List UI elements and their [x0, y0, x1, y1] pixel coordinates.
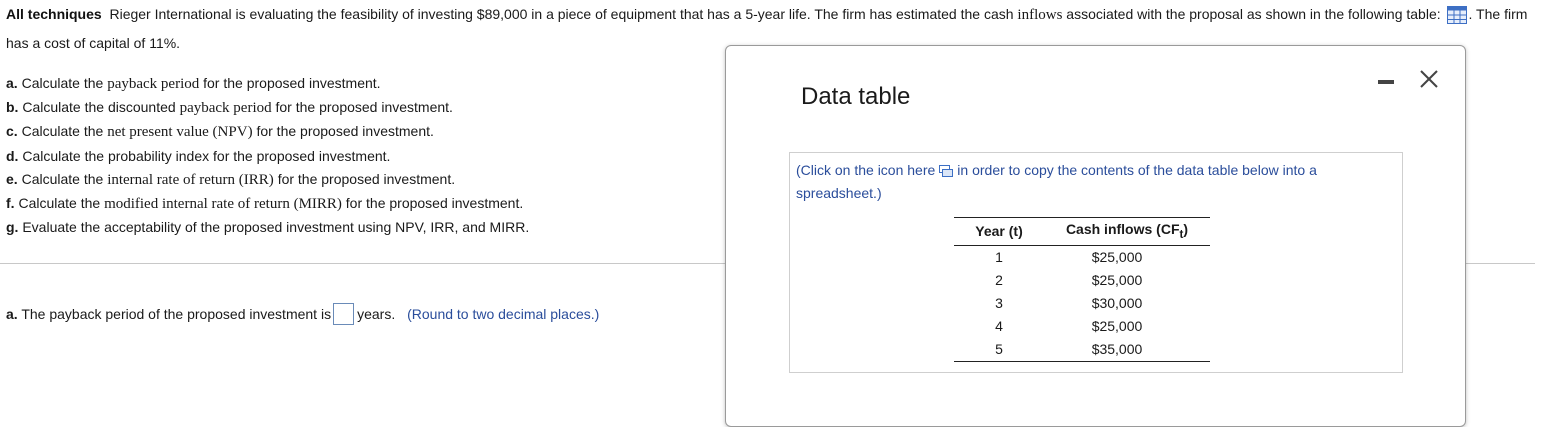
data-table-panel: (Click on the icon here in order to copy…	[789, 152, 1403, 373]
question-text: Evaluate the acceptability of the propos…	[22, 219, 530, 236]
answer-unit: years.	[357, 306, 396, 322]
grid-table-icon[interactable]	[1446, 6, 1467, 31]
cash-cell: $25,000	[1091, 248, 1143, 265]
problem-heading: All techniques	[6, 6, 102, 22]
intro-term-inflows[interactable]: inflows	[1017, 7, 1062, 23]
question-text: Calculate the	[21, 75, 104, 91]
question-item: f. Calculate the modified internal rate …	[6, 192, 529, 216]
table-row: 1 $25,000	[954, 245, 1210, 269]
rounding-hint: (Round to two decimal places.)	[407, 306, 600, 322]
question-letter: g.	[6, 219, 19, 236]
cash-cell: $35,000	[1044, 337, 1210, 362]
question-letter: c.	[6, 123, 18, 140]
dialog-title: Data table	[801, 83, 911, 110]
year-cell: 3	[995, 294, 1003, 311]
minimize-icon[interactable]	[1378, 80, 1394, 84]
data-table-dialog: Data table (Click on the icon here in or…	[725, 45, 1466, 427]
question-text: for the proposed investment.	[275, 99, 453, 116]
copy-instructions: (Click on the icon here in order to copy…	[796, 160, 1396, 204]
intro-text-2: associated with the proposal as shown in…	[1066, 6, 1441, 22]
question-item: b. Calculate the discounted payback peri…	[6, 96, 529, 120]
table-header-row: Year (t) Cash inflows (CFt)	[954, 217, 1210, 246]
table-row: 3 $30,000	[954, 292, 1210, 315]
question-letter: d.	[6, 147, 19, 164]
copy-note-text: (Click on the icon here	[796, 162, 936, 178]
question-letter: a.	[6, 75, 18, 91]
question-item: c. Calculate the net present value (NPV)…	[6, 120, 529, 144]
question-item: e. Calculate the internal rate of return…	[6, 168, 529, 192]
question-letter: e.	[6, 170, 18, 187]
intro-text-1: Rieger International is evaluating the f…	[109, 6, 1014, 22]
table-row: 2 $25,000	[954, 269, 1210, 292]
cash-cell: $25,000	[1091, 271, 1143, 288]
cash-inflows-table: Year (t) Cash inflows (CFt) 1 $25,000 2 …	[954, 217, 1210, 362]
payback-period-input[interactable]	[333, 303, 355, 325]
question-term[interactable]: modified internal rate of return (MIRR)	[104, 196, 342, 212]
question-text: Calculate the discounted	[22, 99, 176, 116]
question-text: Calculate the probability index for the …	[22, 147, 391, 164]
year-cell: 2	[995, 271, 1003, 288]
question-letter: f.	[6, 195, 15, 212]
answer-letter: a.	[6, 306, 18, 322]
question-item: g. Evaluate the acceptability of the pro…	[6, 216, 529, 239]
close-icon[interactable]	[1418, 68, 1440, 90]
question-text: for the proposed investment.	[203, 75, 381, 91]
column-header-cash: Cash inflows (CFt)	[1044, 217, 1210, 246]
question-item: d. Calculate the probability index for t…	[6, 145, 529, 168]
table-row: 5 $35,000	[954, 337, 1210, 362]
copy-icon[interactable]	[939, 162, 954, 183]
question-item: a. Calculate the payback period for the …	[6, 72, 529, 96]
question-text: Calculate the	[21, 123, 104, 140]
year-cell: 1	[995, 248, 1003, 265]
question-text: Calculate the	[21, 170, 104, 187]
answer-row: a. The payback period of the proposed in…	[6, 303, 599, 325]
question-text: for the proposed investment.	[345, 195, 524, 212]
year-cell: 4	[995, 317, 1003, 334]
question-term[interactable]: payback period	[180, 100, 272, 116]
question-letter: b.	[6, 99, 19, 116]
question-text: for the proposed investment.	[277, 170, 456, 187]
answer-prompt: The payback period of the proposed inves…	[21, 306, 332, 322]
question-text: for the proposed investment.	[256, 123, 434, 140]
column-header-year: Year (t)	[954, 217, 1044, 246]
cash-cell: $25,000	[1091, 317, 1143, 334]
cash-cell: $30,000	[1091, 294, 1143, 311]
question-term[interactable]: net present value (NPV)	[107, 124, 252, 140]
question-term[interactable]: payback period	[107, 76, 199, 92]
year-cell: 5	[954, 337, 1044, 362]
question-term[interactable]: internal rate of return (IRR)	[107, 172, 274, 188]
question-list: a. Calculate the payback period for the …	[6, 72, 529, 239]
question-text: Calculate the	[18, 195, 101, 212]
table-row: 4 $25,000	[954, 315, 1210, 338]
